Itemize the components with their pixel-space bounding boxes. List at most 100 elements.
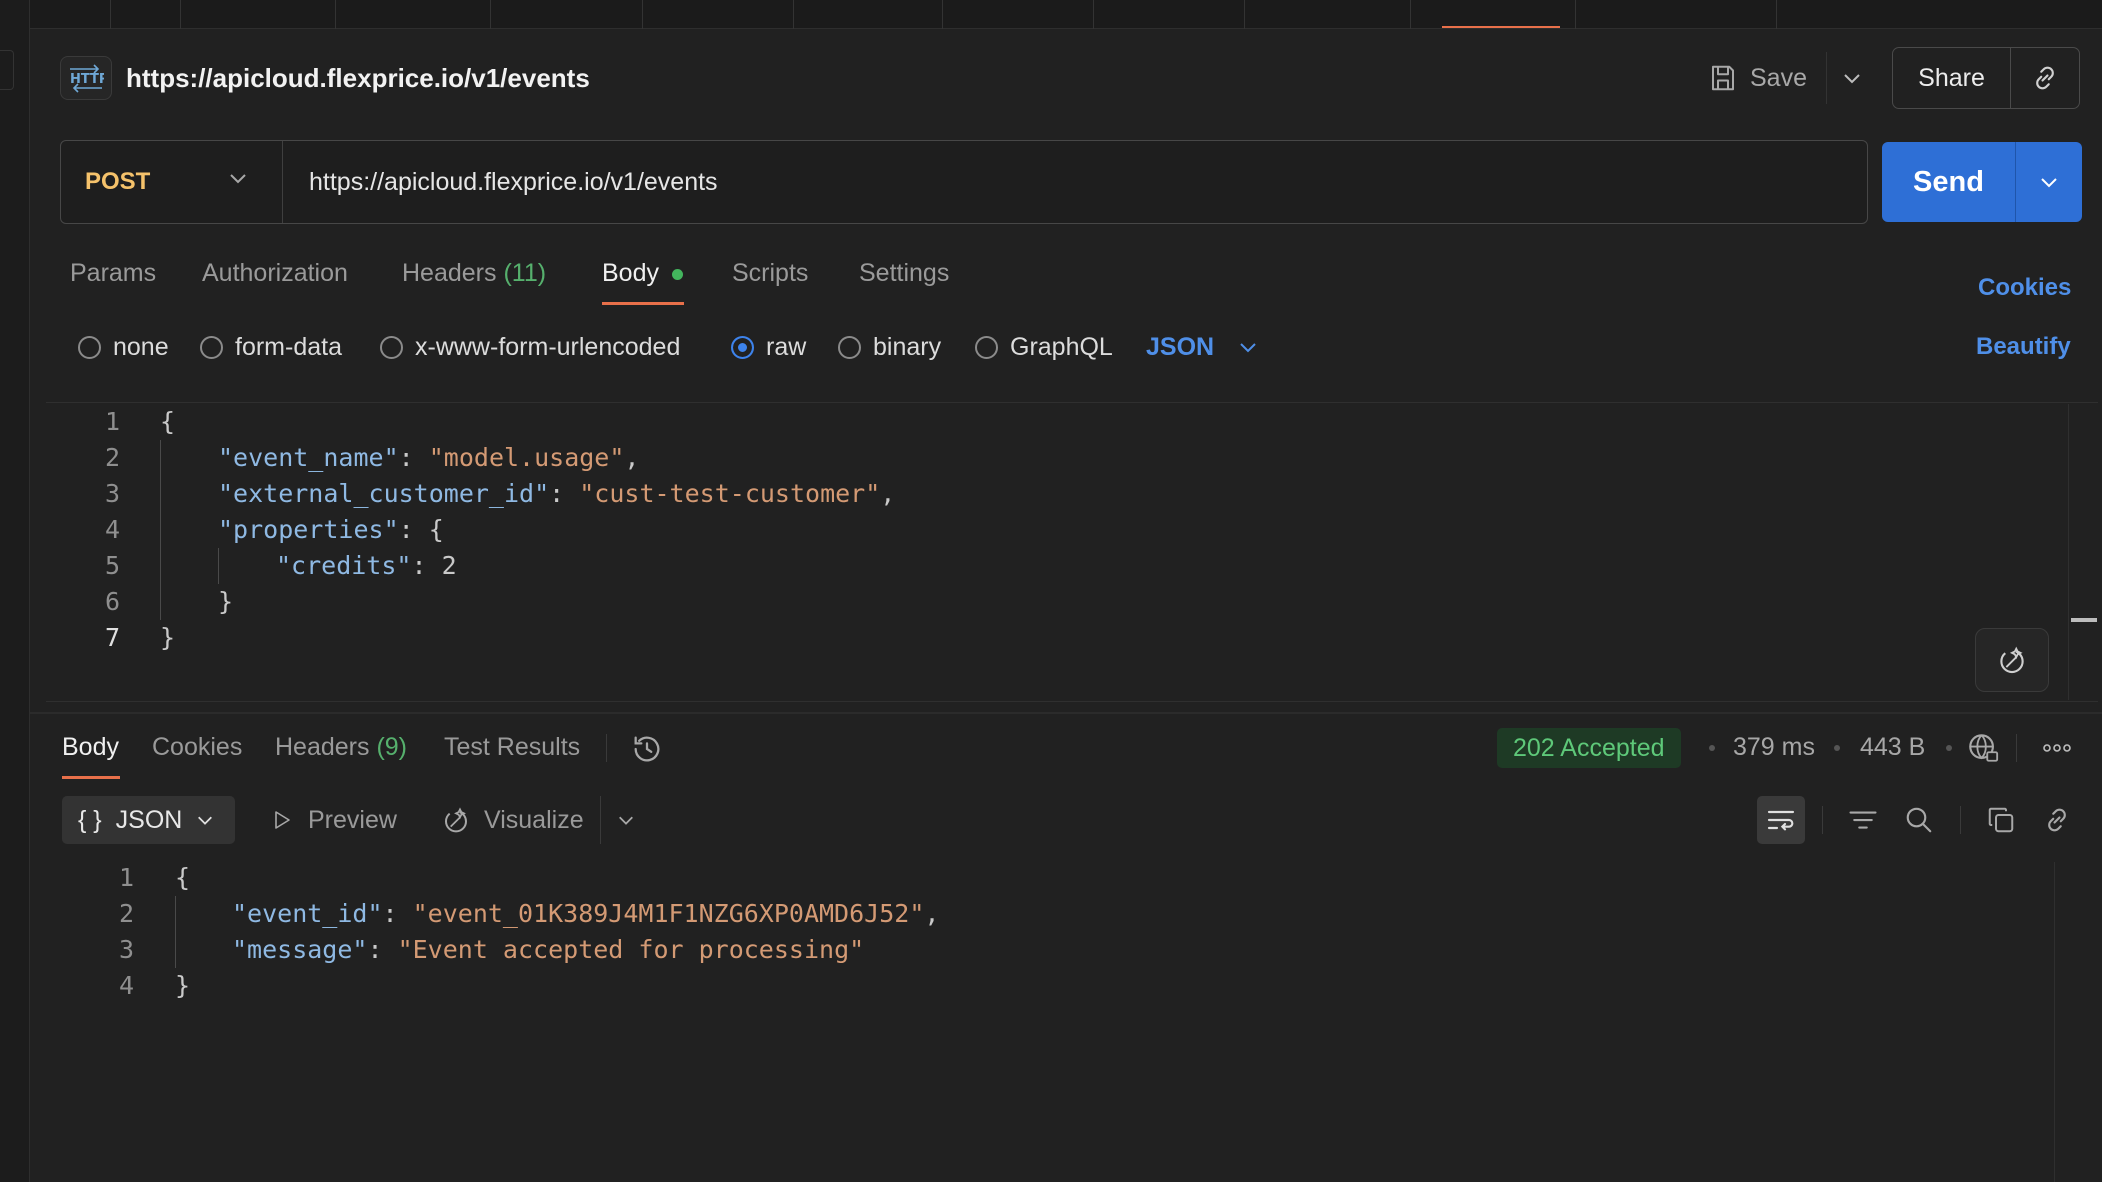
radio-urlencoded-label: x-www-form-urlencoded <box>415 332 681 361</box>
search-button[interactable] <box>1895 796 1943 844</box>
word-wrap-button[interactable] <box>1757 796 1805 844</box>
preview-button[interactable]: Preview <box>270 796 397 844</box>
active-tab-indicator <box>1442 26 1560 28</box>
search-icon <box>1904 805 1934 835</box>
divider <box>2016 734 2017 762</box>
divider <box>606 734 607 762</box>
response-time[interactable]: 379 ms <box>1733 730 1815 764</box>
body-modified-indicator <box>672 269 683 280</box>
radio-none-label: none <box>113 332 169 361</box>
code-line: } <box>218 587 234 616</box>
status-badge[interactable]: 202 Accepted <box>1497 728 1681 768</box>
body-type-raw[interactable]: raw <box>731 330 806 364</box>
save-label: Save <box>1750 63 1807 92</box>
divider <box>1822 806 1823 834</box>
left-sidebar-edge <box>0 0 30 1182</box>
play-icon <box>270 808 294 832</box>
code-line: "event_name": "model.usage", <box>218 443 640 472</box>
body-format-label: JSON <box>1146 332 1215 361</box>
tab-settings[interactable]: Settings <box>859 256 949 290</box>
body-type-urlencoded[interactable]: x-www-form-urlencoded <box>380 330 680 364</box>
more-options-icon[interactable] <box>2040 736 2074 760</box>
line-number: 4 <box>104 515 120 544</box>
indent-guide <box>175 896 176 968</box>
link-icon <box>2042 805 2072 835</box>
url-input[interactable] <box>309 141 1809 223</box>
line-number: 2 <box>118 899 134 928</box>
radio-binary-label: binary <box>873 332 942 361</box>
response-tab-test-results[interactable]: Test Results <box>444 730 580 764</box>
response-format-select[interactable]: { } JSON <box>62 796 235 844</box>
radio-form-data <box>200 335 223 359</box>
sparkle-icon <box>1995 643 2029 677</box>
chevron-down-icon <box>1842 71 1862 85</box>
radio-none <box>78 335 101 359</box>
share-group: Share <box>1892 47 2080 109</box>
tab-authorization[interactable]: Authorization <box>202 256 348 290</box>
radio-form-data-label: form-data <box>235 332 342 361</box>
copy-link-button[interactable] <box>2033 796 2081 844</box>
visualize-label: Visualize <box>484 805 584 834</box>
response-scrollbar[interactable] <box>2054 862 2102 1182</box>
tab-scripts[interactable]: Scripts <box>732 256 808 290</box>
tab-headers-count: (11) <box>503 259 547 287</box>
copy-link-button[interactable] <box>2011 48 2079 108</box>
code-line: } <box>160 623 176 652</box>
ai-assist-button[interactable] <box>1975 628 2049 692</box>
body-type-none[interactable]: none <box>78 330 169 364</box>
visualize-button[interactable]: Visualize <box>440 796 584 844</box>
save-options-button[interactable] <box>1826 52 1876 104</box>
editor-scrollbar[interactable] <box>2068 404 2098 700</box>
separator-dot <box>1834 745 1840 751</box>
sparkle-chart-icon <box>440 804 472 836</box>
share-button[interactable]: Share <box>1893 48 2011 108</box>
response-tab-headers-label: Headers <box>275 733 370 761</box>
body-format-select[interactable]: JSON <box>1146 330 1258 364</box>
send-button[interactable]: Send <box>1882 142 2016 222</box>
response-size[interactable]: 443 B <box>1860 730 1925 764</box>
radio-graphql-label: GraphQL <box>1010 332 1113 361</box>
separator-dot <box>1709 745 1715 751</box>
chevron-down-icon <box>617 813 635 827</box>
code-line: { <box>175 863 191 892</box>
response-format-label: JSON <box>115 805 183 834</box>
history-icon[interactable] <box>630 732 664 766</box>
radio-urlencoded <box>380 335 403 359</box>
line-number: 7 <box>104 623 120 652</box>
body-type-graphql[interactable]: GraphQL <box>975 330 1113 364</box>
method-select[interactable]: POST <box>61 141 283 223</box>
body-type-form-data[interactable]: form-data <box>200 330 342 364</box>
tab-params[interactable]: Params <box>70 256 156 290</box>
radio-binary <box>838 335 861 359</box>
copy-button[interactable] <box>1977 796 2025 844</box>
visualize-options-button[interactable] <box>600 796 650 844</box>
braces-icon: { } <box>78 805 102 834</box>
response-tab-headers[interactable]: Headers (9) <box>275 730 407 764</box>
filter-button[interactable] <box>1839 796 1887 844</box>
code-line: } <box>175 971 191 1000</box>
line-number: 1 <box>104 407 120 436</box>
network-globe-icon[interactable] <box>1966 731 2000 765</box>
url-bar: POST <box>60 140 1868 224</box>
copy-icon <box>1986 805 2016 835</box>
response-tab-body[interactable]: Body <box>62 730 119 764</box>
save-button[interactable]: Save <box>1708 56 1807 100</box>
tab-headers[interactable]: Headers (11) <box>402 256 546 290</box>
line-number: 4 <box>118 971 134 1000</box>
code-line: "external_customer_id": "cust-test-custo… <box>218 479 896 508</box>
chevron-down-icon <box>228 171 248 185</box>
send-options-button[interactable] <box>2016 142 2082 222</box>
filter-icon <box>1848 807 1878 833</box>
wrap-lines-icon <box>1765 806 1797 834</box>
tab-body[interactable]: Body <box>602 256 659 290</box>
response-tab-cookies[interactable]: Cookies <box>152 730 242 764</box>
body-type-binary[interactable]: binary <box>838 330 941 364</box>
active-tab-underline <box>602 302 684 305</box>
save-icon <box>1708 63 1738 93</box>
response-divider[interactable] <box>30 712 2102 714</box>
beautify-link[interactable]: Beautify <box>1976 330 2071 364</box>
method-label: POST <box>85 168 151 195</box>
indent-guide <box>218 548 219 584</box>
cookies-link[interactable]: Cookies <box>1978 274 2071 302</box>
code-line: "event_id": "event_01K389J4M1F1NZG6XP0AM… <box>232 899 940 928</box>
